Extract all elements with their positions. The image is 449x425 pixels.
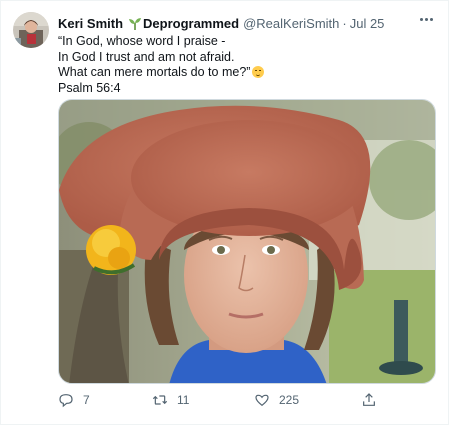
tweet-text-line: In God I trust and am not afraid. [58,49,235,64]
tweet-text-line: What can mere mortals do to me?” [58,65,428,81]
tweet-header: Keri Smith Deprogrammed @RealKeriSmith ·… [58,14,438,32]
reply-count: 7 [83,393,90,407]
share-icon [363,393,375,406]
retweet-button[interactable]: 11 [152,390,189,410]
more-dots-icon[interactable] [416,11,436,27]
tweet-text-line-content: What can mere mortals do to me?” [58,65,251,79]
avatar[interactable] [13,12,49,48]
share-button[interactable] [361,390,386,410]
author-handle[interactable]: @RealKeriSmith [243,16,339,31]
reply-icon [59,394,73,408]
like-count: 225 [279,393,300,407]
tweet-timestamp[interactable]: Jul 25 [350,16,385,31]
tweet-photo[interactable] [58,99,436,384]
author-name-suffix[interactable]: Deprogrammed [143,16,239,31]
like-button[interactable]: 225 [254,390,299,410]
author-name[interactable]: Keri Smith [58,16,123,31]
heart-icon [255,394,269,407]
reply-button[interactable]: 7 [58,390,90,410]
seedling-icon [128,17,142,31]
tweet-card[interactable]: Keri Smith Deprogrammed @RealKeriSmith ·… [0,0,449,425]
retweet-icon [152,395,168,405]
header-separator: · [342,15,347,31]
relieved-face-icon [252,66,265,78]
tweet-actions: 7 11 225 [58,390,388,410]
tweet-text-line: “In God, whose word I praise - [58,34,226,48]
tweet-text: “In God, whose word I praise - In God I … [58,34,428,96]
tweet-text-line: Psalm 56:4 [58,80,121,95]
retweet-count: 11 [177,393,190,407]
